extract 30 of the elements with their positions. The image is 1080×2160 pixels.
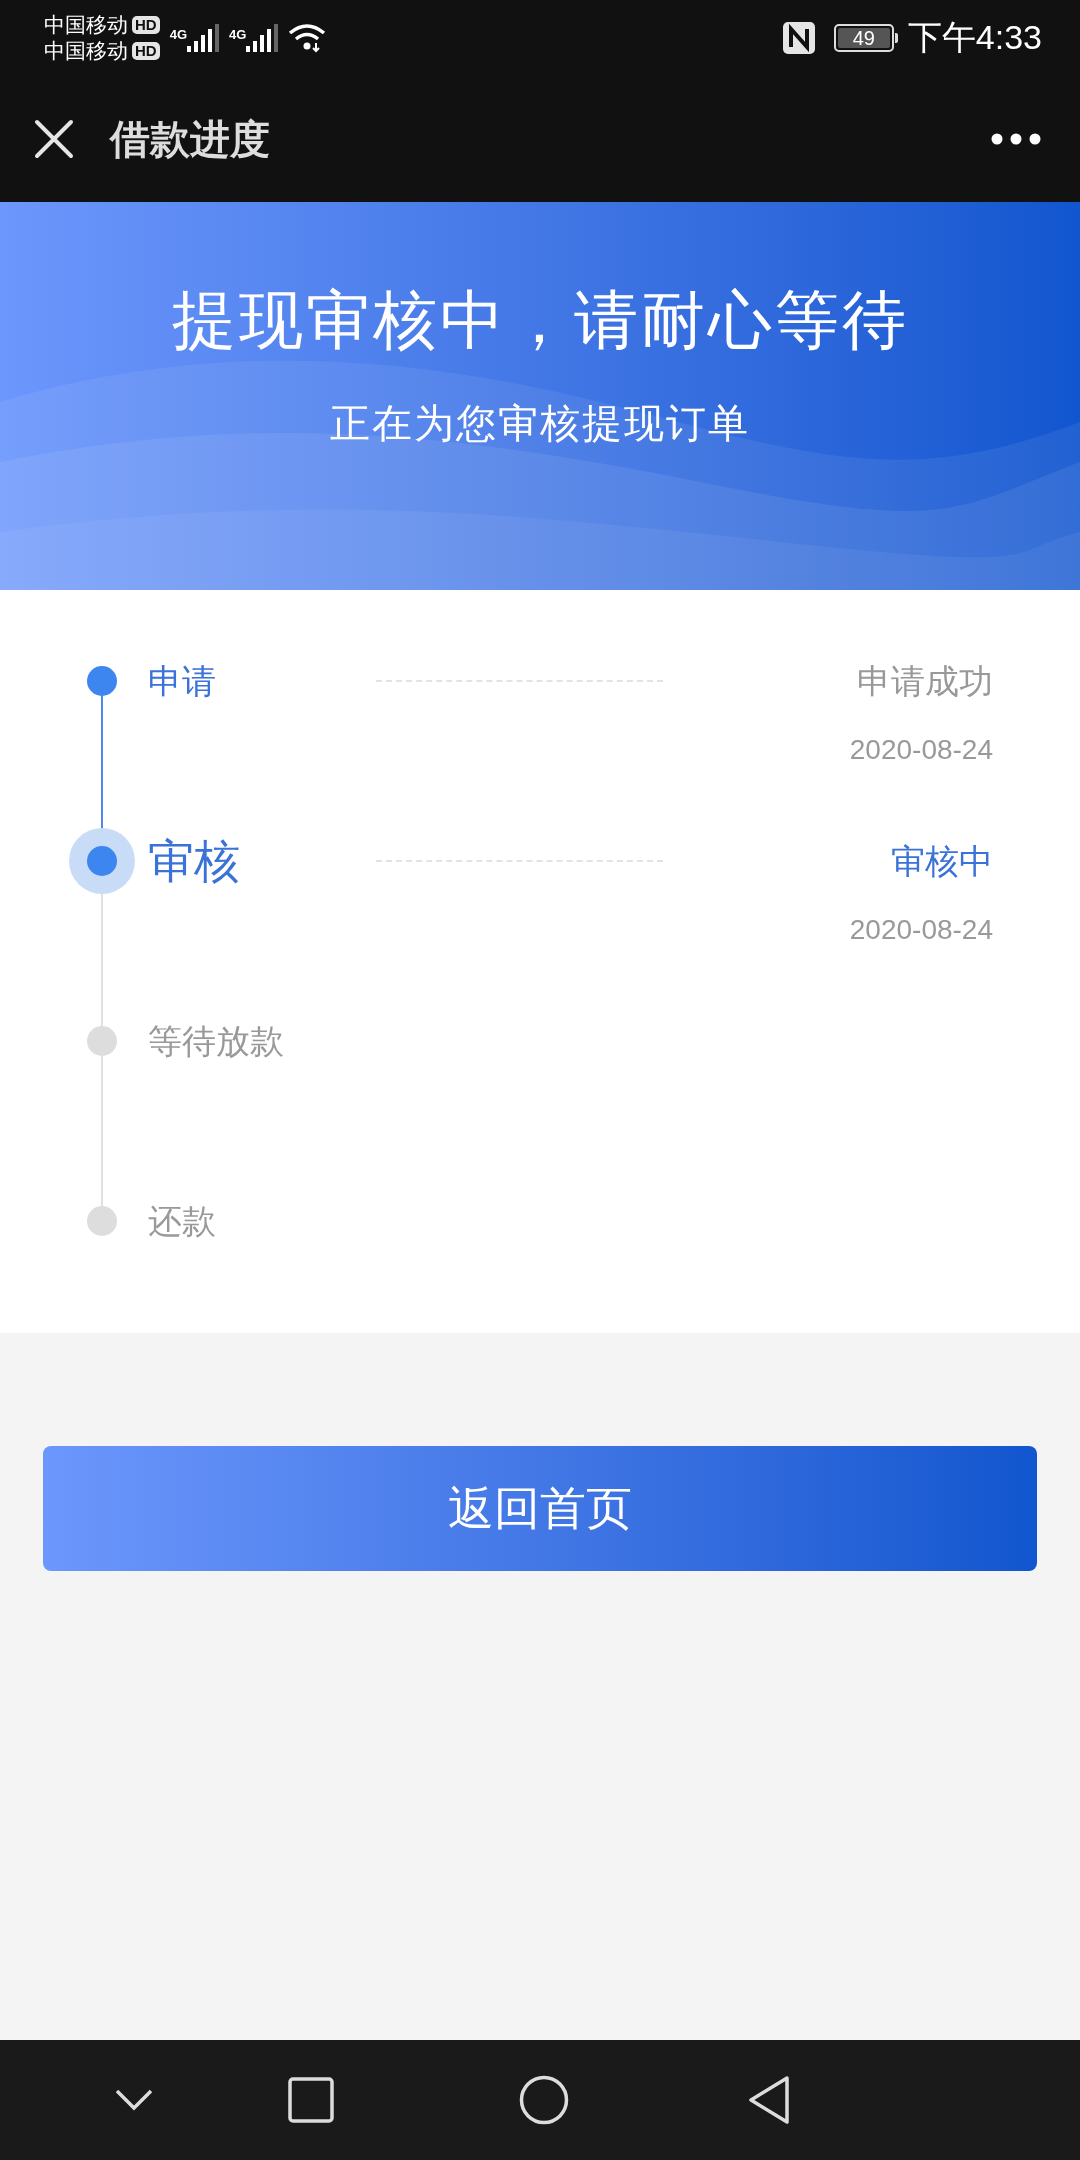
step-status: 审核中	[891, 840, 993, 882]
home-icon[interactable]	[519, 2075, 569, 2125]
hd-badge: HD	[132, 15, 160, 34]
step-date: 2020-08-24	[849, 733, 993, 767]
step-status: 申请成功	[857, 660, 993, 702]
page-title: 借款进度	[110, 115, 271, 163]
banner-title: 提现审核中，请耐心等待	[171, 283, 909, 358]
step-label: 等待放款	[148, 1021, 285, 1062]
wifi-icon	[288, 22, 327, 53]
recent-apps-icon[interactable]	[288, 2077, 334, 2123]
step-label: 审核	[148, 834, 241, 889]
signal-icon	[187, 23, 219, 52]
step-date: 2020-08-24	[849, 913, 993, 947]
carrier-name: 中国移动	[44, 37, 128, 64]
back-down-icon[interactable]	[115, 2089, 153, 2111]
carrier-name: 中国移动	[44, 11, 128, 38]
close-icon[interactable]	[34, 118, 74, 159]
banner-subtitle: 正在为您审核提现订单	[330, 400, 750, 447]
network-type: 4G	[229, 27, 247, 42]
nfc-icon	[781, 20, 816, 55]
more-icon[interactable]	[991, 132, 1041, 145]
network-type: 4G	[169, 27, 187, 42]
step-label: 申请	[148, 661, 217, 702]
hd-badge: HD	[132, 41, 160, 60]
step-label: 还款	[148, 1201, 217, 1242]
home-button[interactable]: 返回首页	[43, 1446, 1037, 1571]
clock-time: 下午4:33	[907, 17, 1042, 58]
signal-icon	[246, 23, 279, 52]
back-icon[interactable]	[747, 2075, 791, 2125]
battery-percent: 49	[837, 27, 890, 48]
